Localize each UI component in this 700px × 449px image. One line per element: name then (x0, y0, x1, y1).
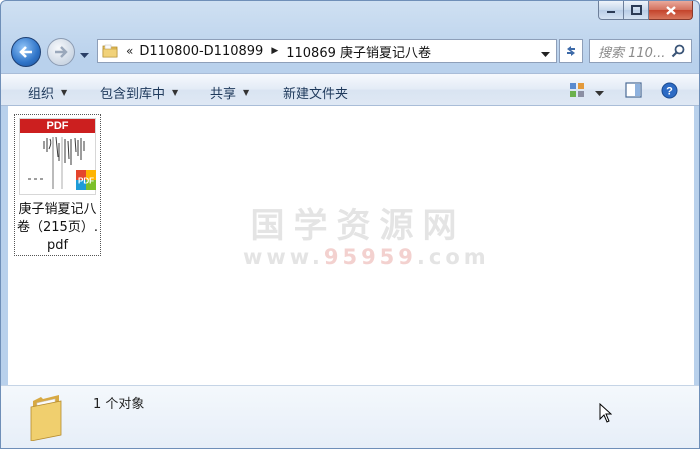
back-button[interactable] (11, 37, 41, 67)
pdf-badge-label: PDF (78, 177, 94, 186)
back-arrow-icon (19, 46, 32, 58)
watermark-url-number: 95959 (323, 245, 417, 269)
chevron-down-icon (595, 91, 604, 96)
organize-label: 组织 (28, 87, 55, 102)
breadcrumb-current[interactable]: 110869 庚子销夏记八卷 (286, 42, 431, 61)
item-count: 1 个对象 (93, 397, 145, 412)
pdf-header-bar: PDF (20, 119, 95, 133)
folder-icon (30, 395, 62, 441)
help-button[interactable]: ? (661, 82, 678, 102)
file-name[interactable]: 庚子销夏记八卷（215页）.pdf (15, 201, 100, 255)
breadcrumb-parent[interactable]: D110800-D110899 (139, 44, 263, 59)
caret-down-icon: ▼ (61, 88, 68, 97)
address-overflow[interactable]: « (126, 44, 133, 58)
refresh-icon (567, 46, 575, 56)
preview-pane-icon (625, 82, 642, 98)
watermark: 国学资源网 www.95959.com (243, 198, 486, 269)
new-folder-label: 新建文件夹 (283, 87, 349, 102)
view-grid-icon (570, 83, 584, 97)
pdf-thumb-label: PDF (46, 120, 69, 132)
forward-arrow-icon (55, 46, 68, 58)
caret-down-icon: ▼ (243, 88, 250, 97)
navigation-bar: « D110800-D110899 ▶ 110869 庚子销夏记八卷 搜索 11… (1, 34, 699, 68)
address-dropdown[interactable] (541, 47, 550, 61)
include-in-library-menu[interactable]: 包含到库中 ▼ (100, 83, 178, 102)
address-bar[interactable]: « D110800-D110899 ▶ 110869 庚子销夏记八卷 (97, 39, 557, 63)
close-icon (665, 5, 676, 15)
explorer-window: « D110800-D110899 ▶ 110869 庚子销夏记八卷 搜索 11… (0, 0, 700, 449)
watermark-url: www.95959.com (243, 245, 486, 269)
watermark-url-prefix: www. (243, 245, 324, 269)
new-folder-button[interactable]: 新建文件夹 (283, 83, 348, 102)
file-item[interactable]: PDF PDF 庚子销夏记八卷（215页）.pdf (14, 114, 101, 256)
folder-icon (102, 44, 118, 58)
mouse-cursor-icon (599, 403, 612, 423)
pdf-thumbnail: PDF PDF (19, 118, 96, 195)
watermark-title: 国学资源网 (250, 206, 466, 246)
history-dropdown[interactable] (80, 48, 89, 62)
forward-button[interactable] (47, 38, 75, 66)
details-pane: 1 个对象 (1, 385, 699, 448)
minimize-icon (607, 11, 615, 13)
breadcrumb-separator-icon[interactable]: ▶ (271, 46, 278, 56)
caption-buttons (598, 1, 693, 20)
chevron-down-icon (80, 53, 89, 58)
organize-menu[interactable]: 组织 ▼ (28, 83, 67, 102)
watermark-url-suffix: .com (416, 245, 490, 269)
search-icon[interactable] (671, 44, 685, 58)
command-bar: 组织 ▼ 包含到库中 ▼ 共享 ▼ 新建文件夹 ? (1, 73, 699, 106)
view-dropdown[interactable] (595, 86, 604, 100)
file-list-pane[interactable]: PDF PDF 庚子销夏记八卷（215页）.pdf 国学资源网 www.9595… (8, 106, 694, 385)
pdf-file-type-icon: PDF (76, 170, 96, 190)
refresh-button[interactable] (559, 39, 583, 63)
maximize-button[interactable] (624, 1, 649, 20)
share-label: 共享 (210, 87, 237, 102)
close-button[interactable] (649, 1, 693, 20)
search-box[interactable]: 搜索 110... (589, 39, 692, 63)
include-in-library-label: 包含到库中 (100, 87, 166, 102)
search-input[interactable]: 搜索 110... (598, 42, 670, 61)
view-options-button[interactable] (569, 82, 585, 101)
help-icon: ? (661, 82, 678, 99)
maximize-icon (630, 5, 642, 15)
svg-text:?: ? (666, 86, 673, 98)
preview-pane-button[interactable] (625, 82, 642, 101)
caret-down-icon: ▼ (172, 88, 179, 97)
minimize-button[interactable] (598, 1, 624, 20)
chevron-down-icon (541, 52, 550, 57)
share-menu[interactable]: 共享 ▼ (210, 83, 249, 102)
